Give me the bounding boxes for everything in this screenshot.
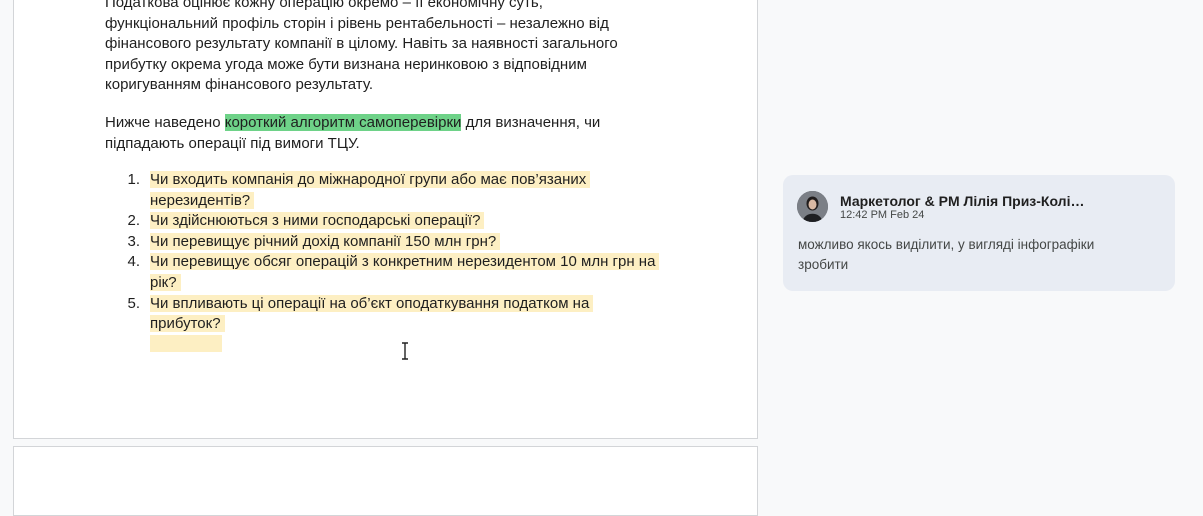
suggestion-highlight: рік? — [150, 273, 181, 291]
text-cursor-icon — [402, 342, 408, 360]
commented-text-highlight[interactable]: короткий алгоритм самоперевірки — [224, 114, 462, 131]
paragraph[interactable]: Податкова оцінює кожну операцію окремо –… — [105, 0, 665, 96]
text-line: Нижче наведено короткий алгоритм самопер… — [105, 113, 665, 134]
comment-timestamp: 12:42 PM Feb 24 — [840, 209, 925, 221]
suggestion-highlight: Чи перевищує річний дохід компанії 150 м… — [150, 232, 501, 250]
comment-card[interactable]: Маркетолог & PM Лілія Приз-Колісн... 12:… — [783, 175, 1175, 291]
suggestion-highlight: нерезидентів? — [150, 191, 255, 209]
paragraph[interactable]: Нижче наведено короткий алгоритм самопер… — [105, 113, 665, 154]
text-line: функціональний профіль сторін і рівень р… — [105, 14, 609, 32]
suggestion-highlight: прибуток? — [150, 315, 225, 333]
list-item-text: Чи входить компанія до міжнародної групи… — [150, 170, 591, 211]
user-avatar — [797, 191, 828, 222]
text-line: прибутку окрема угода може бути визнана … — [105, 55, 587, 73]
suggestion-highlight: Чи перевищує обсяг операцій з конкретним… — [150, 253, 660, 271]
text-line: підпадають операції під вимоги ТЦУ. — [105, 134, 360, 152]
list-item-text: Чи здійснюються з ними господарські опер… — [150, 211, 485, 232]
document-page[interactable]: Податкова оцінює кожну операцію окремо –… — [13, 0, 758, 439]
list-number: 4. — [127, 253, 140, 271]
suggestion-highlight: Чи здійснюються з ними господарські опер… — [150, 212, 485, 230]
comment-author: Маркетолог & PM Лілія Приз-Колісн... — [840, 193, 1090, 209]
list-number: 1. — [127, 171, 140, 188]
document-page[interactable] — [13, 446, 758, 516]
list-number: 3. — [127, 232, 140, 250]
text-line: фінансового результату компанії в цілому… — [105, 35, 618, 53]
text-line: Податкова оцінює кожну операцію окремо –… — [105, 0, 543, 11]
list-item-text: Чи впливають ці операції на об’єкт опода… — [150, 294, 594, 335]
comment-body: можливо якось виділити, у вигляді інфогр… — [798, 237, 1095, 272]
text-run: для визначення, чи — [461, 114, 601, 131]
list-item-text: Чи перевищує річний дохід компанії 150 м… — [150, 232, 501, 253]
empty-line-highlight — [150, 335, 222, 352]
text-line: коригуванням фінансового результату. — [105, 76, 374, 94]
text-run: Нижче наведено — [105, 114, 225, 131]
suggestion-highlight: Чи входить компанія до міжнародної групи… — [150, 171, 591, 188]
list-item-text: Чи перевищує обсяг операцій з конкретним… — [150, 252, 660, 293]
suggestion-highlight: Чи впливають ці операції на об’єкт опода… — [150, 294, 594, 312]
list-number: 5. — [127, 294, 140, 312]
list-number: 2. — [127, 212, 140, 230]
